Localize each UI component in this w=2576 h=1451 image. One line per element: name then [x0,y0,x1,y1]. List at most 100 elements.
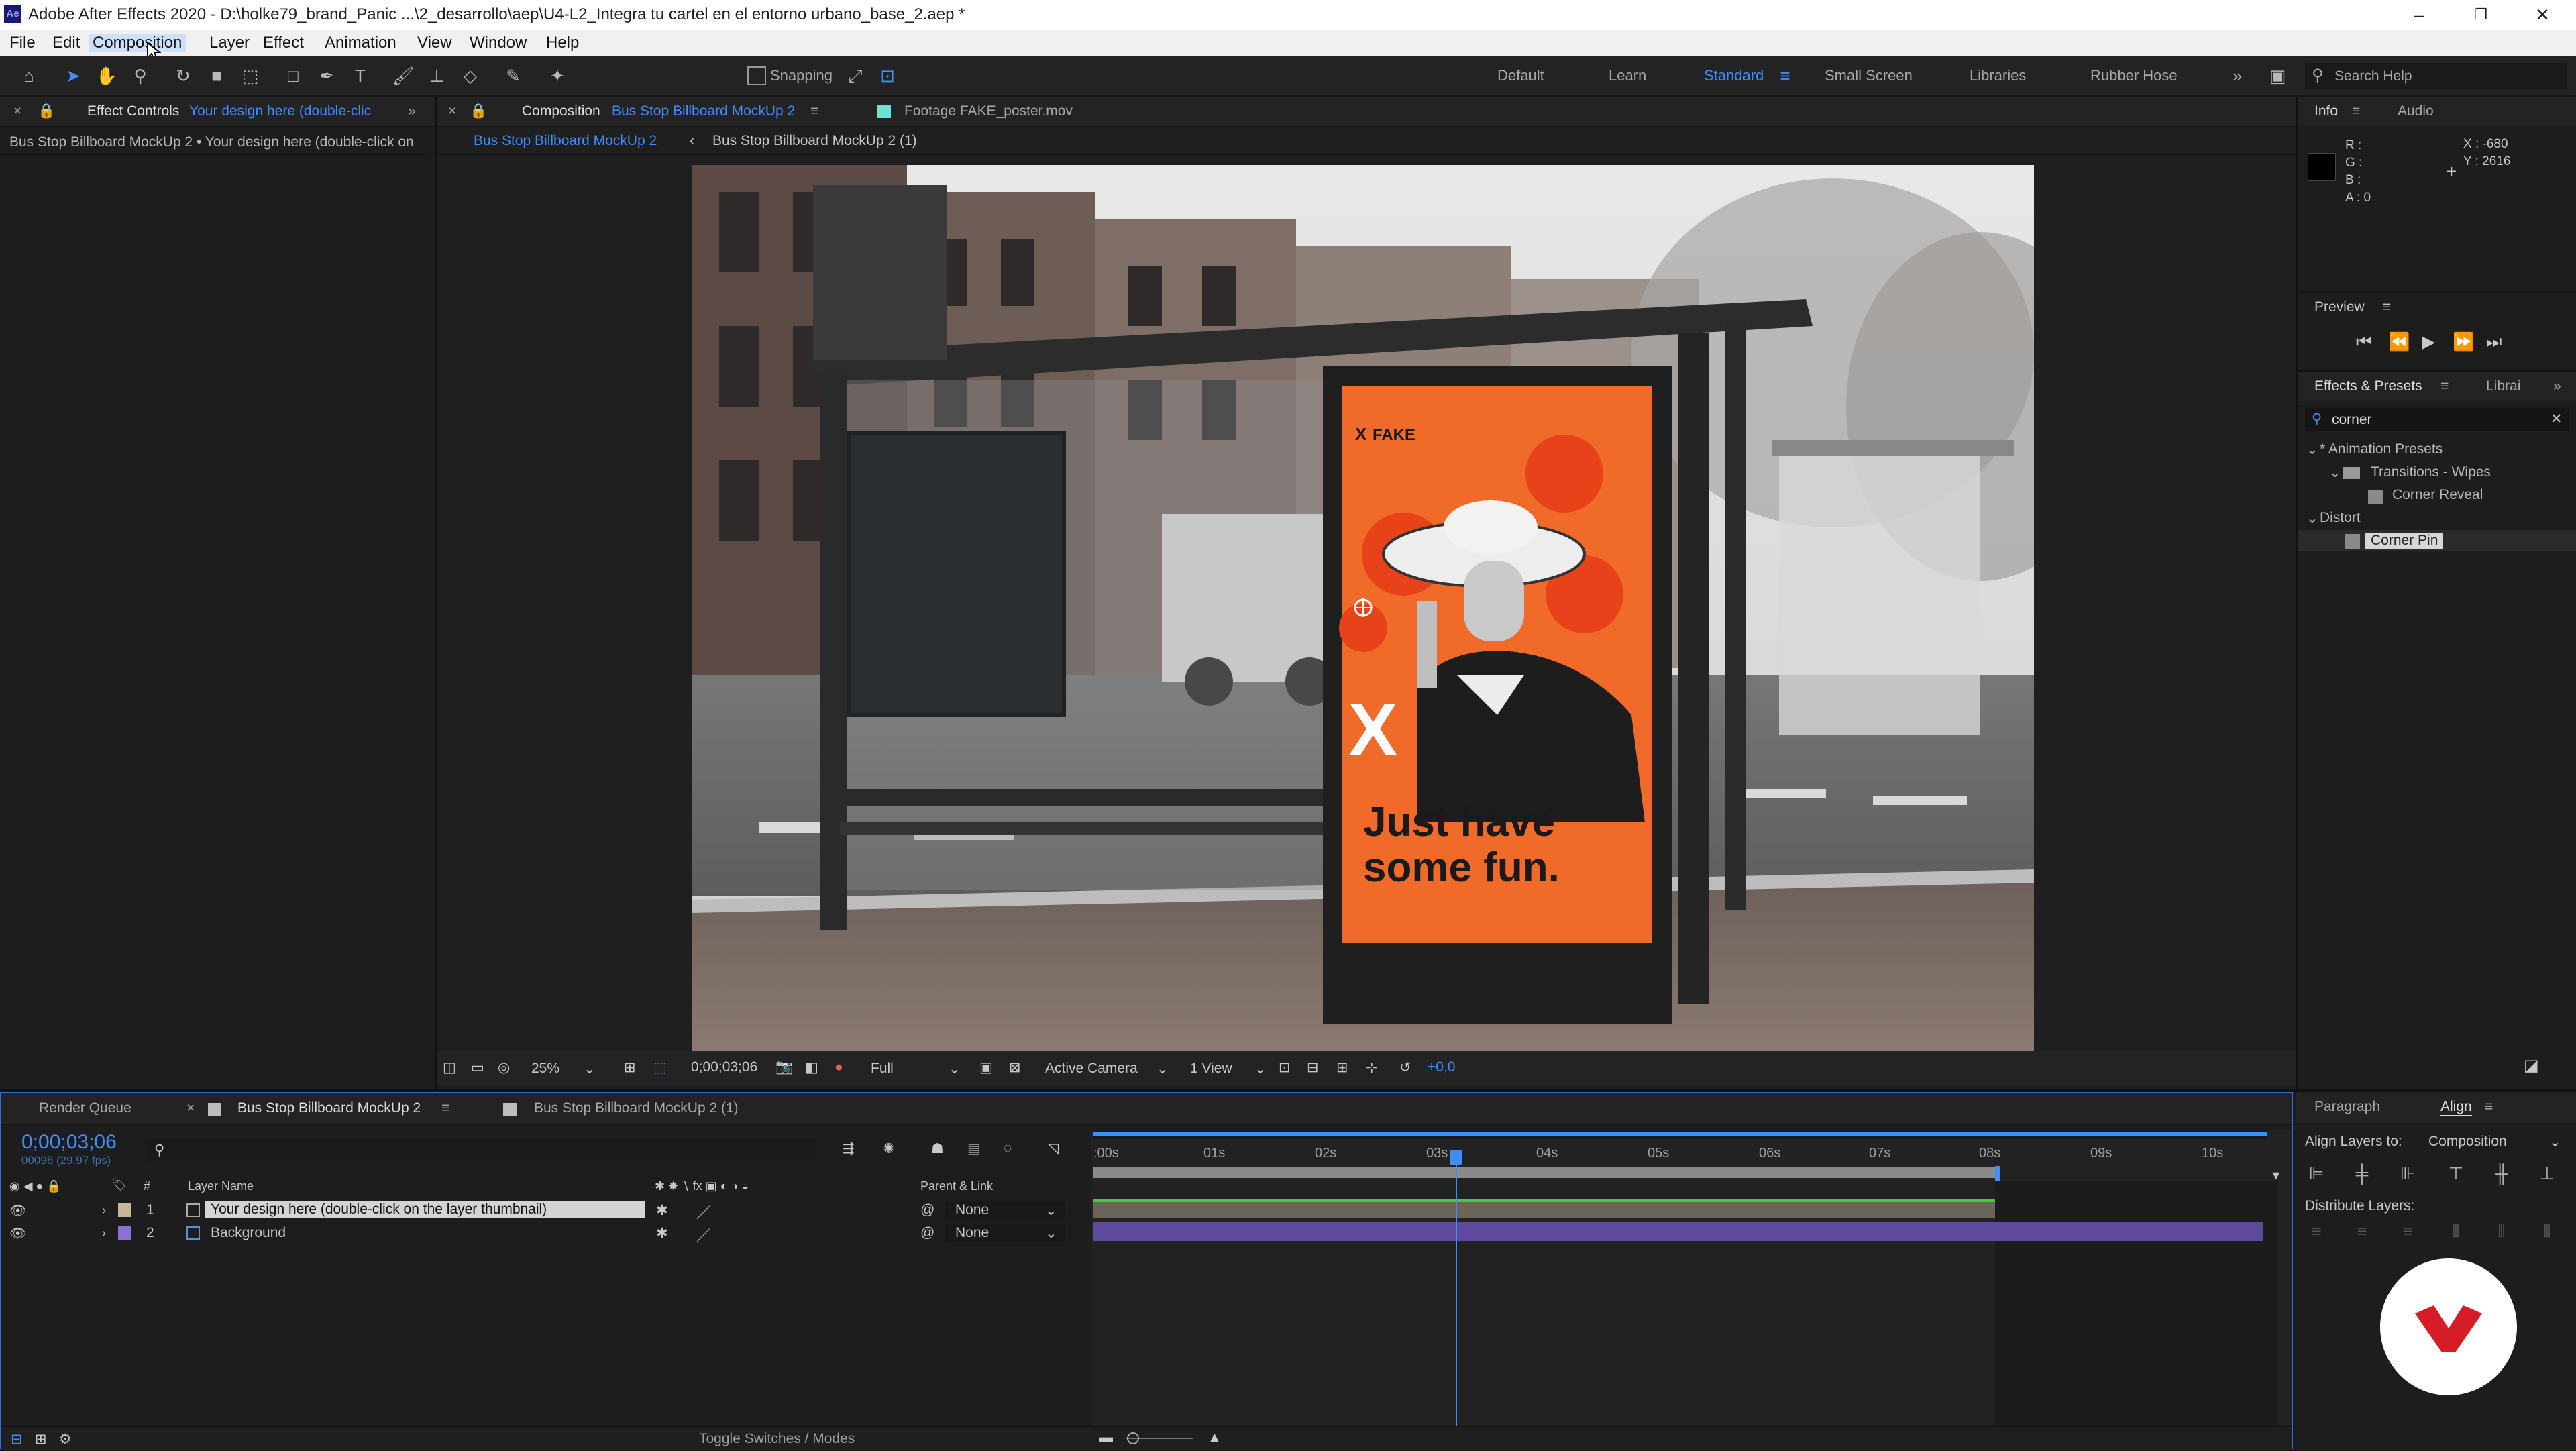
audio-tab[interactable]: Audio [2398,103,2434,119]
exposure-value[interactable]: +0,0 [1428,1059,1455,1075]
align-tab[interactable]: Align [2440,1099,2472,1116]
time-ruler[interactable]: :00s 01s 02s 03s 04s 05s 06s 07s 08s 09s… [1091,1142,2292,1166]
libraries-tab[interactable]: Librai [2486,378,2520,394]
flowchart-icon[interactable]: ⊹ [1366,1059,1378,1076]
tree-expand-icon[interactable]: ⌄ [2306,441,2318,458]
type-tool-icon[interactable]: T [349,64,372,87]
playhead-handle[interactable] [1450,1150,1462,1165]
effect-controls-layer-name[interactable]: Your design here (double-clic [189,103,371,119]
pan-behind-tool-icon[interactable]: ⬚ [239,64,262,87]
toggle-switches-modes[interactable]: Toggle Switches / Modes [699,1431,855,1447]
playhead[interactable] [1456,1150,1457,1450]
effects-search-field[interactable]: ⚲ corner ✕ [2305,408,2569,431]
quality-switch-icon[interactable]: ／ [696,1202,710,1222]
timeline-search-field[interactable]: ⚲ [148,1139,816,1162]
zoom-dropdown[interactable]: 25% ⌄ [525,1057,598,1079]
timeline-tab-active[interactable]: Bus Stop Billboard MockUp 2 [237,1100,421,1116]
timeline-tracks[interactable]: :00s 01s 02s 03s 04s 05s 06s 07s 08s 09s… [1091,1130,2292,1450]
effect-controls-tab[interactable]: Effect Controls [87,103,179,119]
zoom-slider-handle[interactable] [1127,1432,1139,1444]
workspace-menu-icon[interactable]: ≡ [1774,64,1796,87]
first-frame-icon[interactable]: ⏮ [2356,331,2371,353]
hand-tool-icon[interactable]: ✋ [95,64,118,87]
reset-exposure-icon[interactable]: ↺ [1399,1059,1411,1076]
tree-distort[interactable]: Distort [2320,510,2361,526]
tree-corner-reveal[interactable]: Corner Reveal [2392,487,2483,503]
align-to-dropdown[interactable]: Composition ⌄ [2424,1130,2565,1152]
snap-target-icon[interactable]: ⊡ [876,64,899,87]
workspace-default[interactable]: Default [1497,67,1544,85]
expand-layer-icon[interactable]: › [102,1226,106,1240]
comp-subtab-second[interactable]: Bus Stop Billboard MockUp 2 (1) [712,133,917,149]
region-of-interest-icon[interactable]: ⬚ [653,1059,667,1076]
show-snapshot-icon[interactable]: ◧ [805,1059,818,1076]
panel-menu-icon[interactable]: ≡ [2485,1099,2493,1115]
frame-blending-icon[interactable]: ▤ [967,1140,981,1157]
view-options-icon[interactable]: ◎ [498,1059,510,1076]
align-vertical-center-icon[interactable]: ╫ [2490,1162,2513,1185]
search-help-field[interactable]: ⚲ Search Help [2305,63,2567,89]
rectangle-tool-icon[interactable]: □ [282,64,305,87]
prev-frame-icon[interactable]: ⏪ [2388,331,2410,352]
always-preview-icon[interactable]: ◫ [443,1059,456,1076]
fit-to-frame-icon[interactable]: ⊞ [624,1059,636,1076]
align-bottom-icon[interactable]: ⊥ [2536,1162,2559,1185]
collapse-transform-icon[interactable]: ✱ [656,1225,668,1242]
snapping-checkbox[interactable] [747,66,766,85]
align-horizontal-center-icon[interactable]: ╪ [2351,1162,2373,1185]
panel-expand-icon[interactable]: » [408,103,416,119]
info-tab[interactable]: Info [2314,103,2338,119]
align-right-icon[interactable]: ⊪ [2396,1162,2419,1185]
composition-tab[interactable]: Composition [522,103,600,119]
timeline-icon[interactable]: ⊞ [1336,1059,1348,1076]
menu-window[interactable]: Window [470,34,527,52]
parent-dropdown[interactable]: None ⌄ [945,1201,1065,1220]
panel-menu-icon[interactable]: ≡ [2352,103,2360,119]
tree-expand-icon[interactable]: ⌄ [2306,510,2318,527]
close-tab-icon[interactable]: × [448,103,456,119]
expand-panes-icon[interactable]: ⊟ [11,1431,23,1448]
workspace-small-screen[interactable]: Small Screen [1825,67,1913,85]
panel-menu-icon[interactable]: ≡ [2383,299,2391,315]
menu-file[interactable]: File [9,34,36,52]
table-row[interactable]: 👁 › 1 Your design here (double-click on … [1,1199,1088,1221]
panel-menu-icon[interactable]: ≡ [441,1100,449,1116]
tree-corner-pin[interactable]: Corner Pin [2365,533,2444,549]
clone-stamp-tool-icon[interactable]: ⊥ [425,64,448,87]
comp-subtab-active[interactable]: Bus Stop Billboard MockUp 2 [474,133,657,149]
maximize-button[interactable]: ❐ [2447,0,2514,30]
quality-switch-icon[interactable]: ／ [696,1225,710,1245]
workspace-learn[interactable]: Learn [1609,67,1646,85]
timeline-tab-second[interactable]: Bus Stop Billboard MockUp 2 (1) [534,1100,739,1116]
views-dropdown[interactable]: 1 View ⌄ [1183,1057,1271,1079]
lock-icon[interactable]: 🔒 [38,103,55,119]
pick-whip-icon[interactable]: @ [920,1225,934,1241]
footage-tab[interactable]: Footage FAKE_poster.mov [904,103,1073,119]
panel-menu-icon[interactable]: ≡ [810,103,818,119]
layer-1-duration-bar[interactable] [1093,1199,1995,1218]
menu-effect[interactable]: Effect [263,34,304,52]
brush-tool-icon[interactable]: 🖌 [392,64,415,87]
layer-name[interactable]: Background [211,1225,286,1241]
snap-option-icon[interactable]: ⤢ [844,64,867,87]
close-button[interactable]: ✕ [2509,0,2576,30]
menu-composition[interactable]: Composition [89,34,186,52]
close-tab-icon[interactable]: × [13,103,21,119]
pick-whip-icon[interactable]: @ [920,1202,934,1218]
menu-animation[interactable]: Animation [325,34,396,52]
layer-label-color[interactable] [118,1203,131,1217]
visibility-eye-icon[interactable]: 👁 [9,1225,26,1242]
zoom-in-icon[interactable]: ▲ [1208,1430,1222,1446]
render-queue-tab[interactable]: Render Queue [39,1100,131,1116]
eraser-tool-icon[interactable]: ◇ [459,64,482,87]
panel-menu-icon[interactable]: ≡ [2440,378,2449,394]
work-area-bar[interactable] [1093,1167,1995,1178]
work-area-navigator[interactable] [1093,1130,2267,1139]
parent-dropdown[interactable]: None ⌄ [945,1224,1065,1242]
play-icon[interactable]: ▶ [2422,331,2435,352]
puppet-tool-icon[interactable]: ✦ [546,64,569,87]
last-frame-icon[interactable]: ⏭ [2486,331,2502,353]
zoom-tool-icon[interactable]: ⚲ [129,64,152,87]
menu-edit[interactable]: Edit [52,34,80,52]
comp-button-icon[interactable]: ▼ [2270,1169,2282,1183]
